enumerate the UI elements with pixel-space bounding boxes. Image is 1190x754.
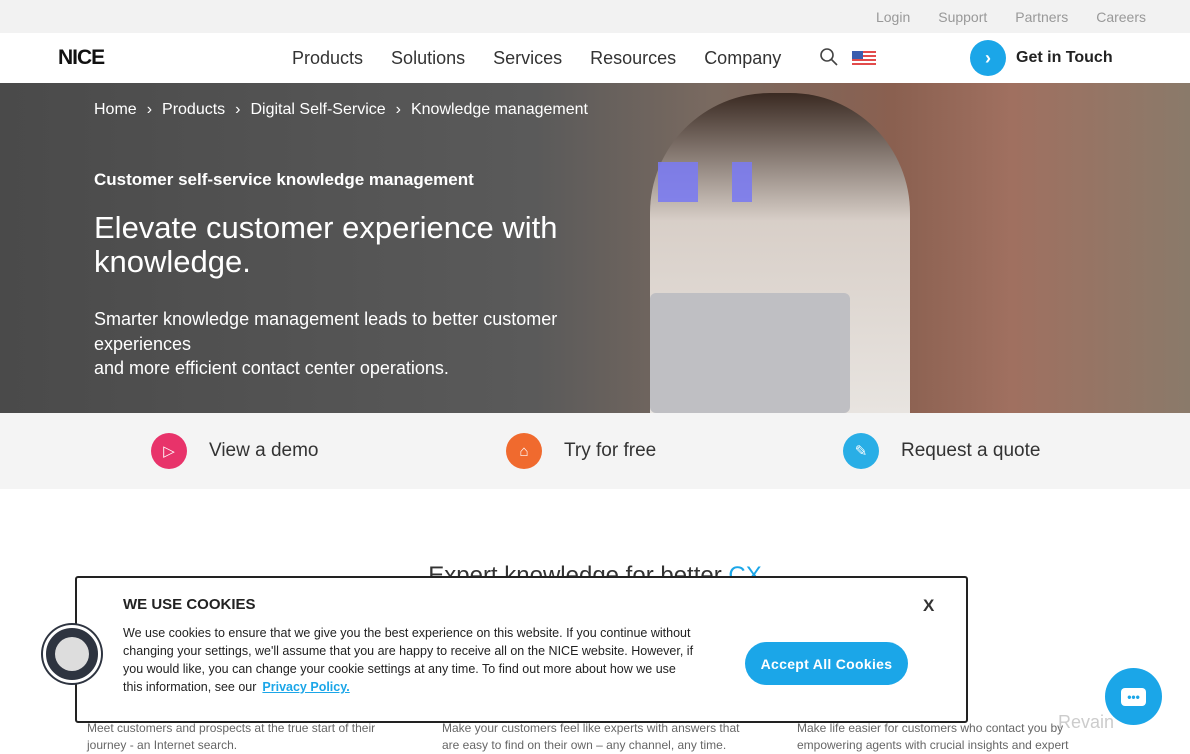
- crumb-products[interactable]: Products: [162, 101, 225, 119]
- nav-resources[interactable]: Resources: [590, 48, 676, 69]
- feature-text: Make life easier for customers who conta…: [797, 721, 1069, 752]
- feature-text: Meet customers and prospects at the true…: [87, 721, 376, 752]
- close-icon[interactable]: X: [923, 596, 934, 616]
- crumb-home[interactable]: Home: [94, 101, 137, 119]
- revain-watermark: Revain: [1058, 712, 1115, 732]
- login-link[interactable]: Login: [876, 9, 910, 25]
- chat-bubble-icon: •••: [1121, 687, 1146, 706]
- hero-title: Elevate customer experience with knowled…: [94, 210, 558, 279]
- try-free-button[interactable]: ⌂ Try for free: [506, 433, 656, 469]
- crumb-digital-self-service[interactable]: Digital Self-Service: [250, 101, 385, 119]
- search-icon[interactable]: [819, 47, 839, 67]
- cookie-text: We use cookies to ensure that we give yo…: [123, 626, 694, 694]
- feature-columns: Meet customers and prospects at the true…: [87, 720, 1097, 754]
- careers-link[interactable]: Careers: [1096, 9, 1146, 25]
- chevron-icon: ›: [235, 101, 241, 118]
- support-link[interactable]: Support: [938, 9, 987, 25]
- nav-solutions[interactable]: Solutions: [391, 48, 465, 69]
- inbox-icon: ⌂: [506, 433, 542, 469]
- hero-banner: Home › Products › Digital Self-Service › Kn…: [0, 83, 1190, 413]
- accept-cookies-button[interactable]: Accept All Cookies: [745, 642, 908, 685]
- chevron-icon: ›: [395, 101, 401, 118]
- nav-services[interactable]: Services: [493, 48, 562, 69]
- get-in-touch-label: Get in Touch: [1016, 49, 1113, 66]
- partners-link[interactable]: Partners: [1015, 9, 1068, 25]
- us-flag-icon[interactable]: [852, 51, 876, 66]
- utility-bar: Login Support Partners Careers: [0, 0, 1190, 33]
- nav-products[interactable]: Products: [292, 48, 363, 69]
- decor-square: [658, 162, 698, 202]
- cta-bar: ▷ View a demo ⌂ Try for free ✎ Request a qu…: [0, 413, 1190, 489]
- cookie-settings-icon[interactable]: [43, 625, 101, 683]
- view-demo-button[interactable]: ▷ View a demo: [151, 433, 319, 469]
- breadcrumb: Home › Products › Digital Self-Service › Kn…: [94, 101, 588, 119]
- main-nav: NICE Products Solutions Services Resourc…: [0, 33, 1190, 83]
- request-quote-button[interactable]: ✎ Request a quote: [843, 433, 1040, 469]
- nav-company[interactable]: Company: [704, 48, 781, 69]
- cookie-banner: WE USE COOKIES We use cookies to ensure …: [75, 576, 968, 723]
- crumb-current: Knowledge management: [410, 101, 588, 118]
- nice-logo[interactable]: NICE: [58, 46, 105, 70]
- pencil-icon: ✎: [843, 433, 879, 469]
- play-icon: ▷: [151, 433, 187, 469]
- hero-eyebrow: Customer self-service knowledge manageme…: [94, 170, 474, 189]
- chevron-right-icon: ›: [970, 40, 1006, 76]
- laptop-image: [650, 293, 850, 413]
- chevron-icon: ›: [146, 101, 153, 118]
- get-in-touch-button[interactable]: › Get in Touch: [970, 40, 1113, 76]
- cookie-title: WE USE COOKIES: [123, 596, 256, 613]
- decor-square: [732, 162, 752, 202]
- privacy-policy-link[interactable]: Privacy Policy.: [262, 680, 349, 694]
- feature-text: Make your customers feel like experts wi…: [442, 721, 740, 752]
- hero-subtitle: Smarter knowledge management leads to be…: [94, 309, 558, 378]
